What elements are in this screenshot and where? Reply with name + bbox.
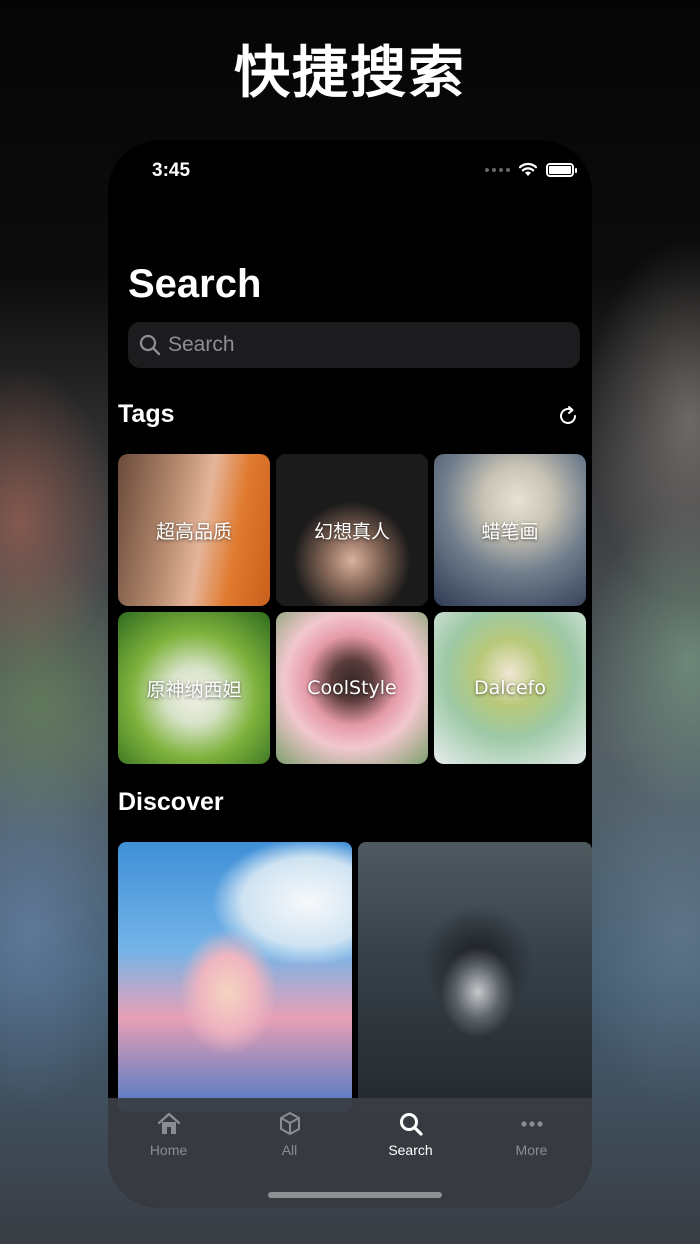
discover-image: [358, 842, 592, 1112]
promo-title: 快捷搜索: [234, 41, 466, 104]
status-time: 3:45: [152, 160, 191, 181]
signal-icon: [485, 167, 510, 172]
tab-label: More: [515, 1142, 548, 1158]
tag-tile-6[interactable]: Dalcefo: [434, 612, 586, 764]
tag-tile-4[interactable]: 原神纳西妲: [118, 612, 270, 764]
discover-title: Discover: [118, 788, 224, 816]
tag-label: Dalcefo: [473, 677, 546, 699]
tag-label: 超高品质: [155, 520, 232, 543]
tag-tile-5[interactable]: CoolStyle: [276, 612, 428, 764]
search-icon: [139, 334, 161, 356]
phone-screen: 3:45 Search Tags 超高品质 幻想真人: [108, 140, 592, 1208]
tab-home[interactable]: Home: [124, 1110, 214, 1208]
tab-label: All: [281, 1142, 298, 1158]
home-icon: [157, 1112, 180, 1134]
home-indicator[interactable]: [268, 1192, 442, 1198]
tag-tile-1[interactable]: 超高品质: [118, 454, 270, 606]
search-icon: [399, 1113, 423, 1136]
discover-card[interactable]: [118, 842, 352, 1112]
tab-label: Search: [388, 1142, 433, 1158]
tag-label: 幻想真人: [313, 520, 390, 543]
discover-image: [118, 842, 352, 1112]
discover-card[interactable]: [358, 842, 592, 1112]
battery-icon: [546, 162, 577, 177]
refresh-icon[interactable]: [556, 404, 580, 428]
tags-title: Tags: [118, 400, 175, 428]
tag-label: 原神纳西妲: [146, 678, 242, 701]
tag-tile-3[interactable]: 蜡笔画: [434, 454, 586, 606]
search-bar[interactable]: [128, 322, 580, 368]
cubes-icon: [279, 1112, 300, 1135]
tag-label: CoolStyle: [307, 677, 397, 699]
status-icons: [485, 162, 577, 177]
tag-tile-2[interactable]: 幻想真人: [276, 454, 428, 606]
search-input[interactable]: [168, 333, 568, 357]
tab-more[interactable]: More: [487, 1110, 577, 1208]
discover-grid: [118, 842, 592, 1112]
more-icon: [520, 1121, 543, 1127]
wifi-icon: [518, 162, 538, 176]
tab-label: Home: [149, 1142, 188, 1158]
page-title: Search: [128, 262, 262, 306]
tag-label: 蜡笔画: [481, 520, 539, 543]
